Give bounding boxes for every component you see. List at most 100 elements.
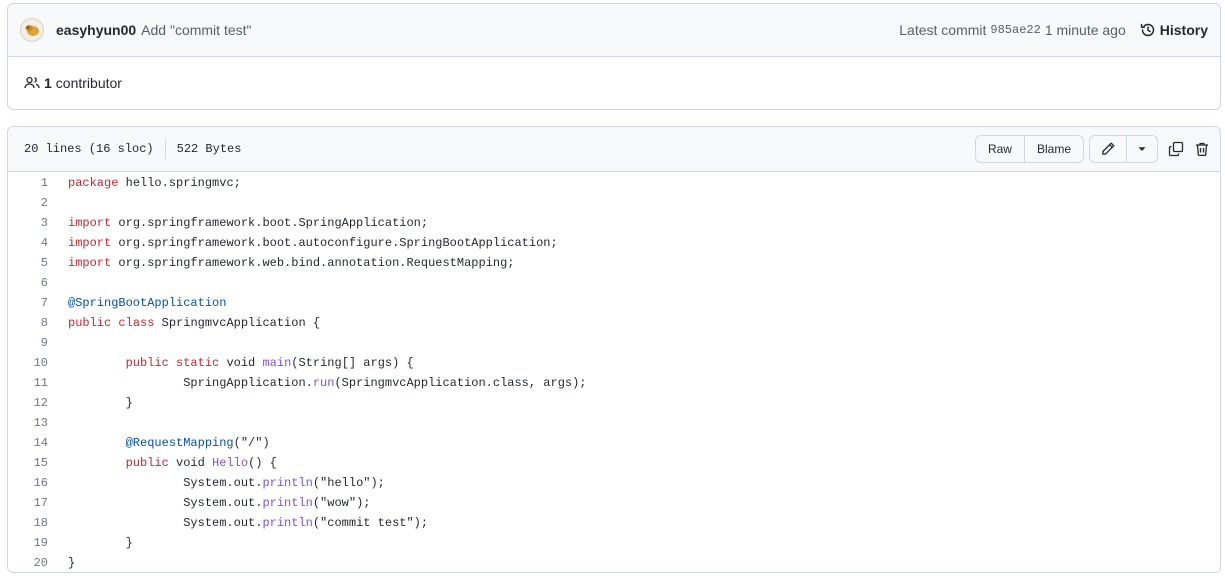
- code-token: () {: [248, 456, 277, 470]
- line-number[interactable]: 14: [8, 436, 68, 450]
- commit-time: 1 minute ago: [1044, 22, 1126, 38]
- code-token: ("hello");: [312, 476, 385, 490]
- line-content: }: [68, 556, 75, 570]
- line-number[interactable]: 16: [8, 476, 68, 490]
- line-number[interactable]: 7: [8, 296, 68, 310]
- history-link[interactable]: History: [1140, 22, 1208, 38]
- code-token: ("wow");: [312, 496, 371, 510]
- code-token: static: [176, 356, 220, 370]
- code-listing[interactable]: 1 package hello.springmvc; 2 3 import org.sp…: [8, 172, 1220, 573]
- code-token: }: [68, 536, 133, 550]
- line-number[interactable]: 10: [8, 356, 68, 370]
- code-token: System.out.: [68, 516, 263, 530]
- trash-icon: [1196, 142, 1208, 157]
- line-number[interactable]: 20: [8, 556, 68, 570]
- line-content: System.out.println("wow");: [68, 496, 370, 510]
- code-token: (String[] args) {: [291, 356, 414, 370]
- file-lines-info: 20 lines (16 sloc): [24, 142, 154, 156]
- commit-author-link[interactable]: easyhyun00: [56, 22, 136, 38]
- code-token: public: [125, 456, 169, 470]
- copy-button[interactable]: [1168, 141, 1184, 157]
- line-number[interactable]: 6: [8, 276, 68, 290]
- people-icon: [24, 76, 40, 89]
- line-number[interactable]: 2: [8, 196, 68, 210]
- line-number[interactable]: 17: [8, 496, 68, 510]
- contributor-label: contributor: [55, 75, 122, 91]
- line-content: System.out.println("commit test");: [68, 516, 428, 530]
- line-number[interactable]: 9: [8, 336, 68, 350]
- code-token: class: [118, 316, 155, 330]
- file-header: 20 lines (16 sloc) 522 Bytes Raw Blame: [8, 127, 1220, 172]
- edit-group: [1089, 135, 1158, 163]
- line-content: import org.springframework.boot.autoconf…: [68, 236, 558, 250]
- pencil-icon: [1102, 142, 1115, 155]
- code-token: org.springframework.boot.autoconfigure.S…: [111, 236, 558, 250]
- code-token: package: [68, 176, 119, 190]
- latest-commit-label: Latest commit: [899, 22, 987, 38]
- code-token: }: [68, 396, 133, 410]
- latest-commit-row: easyhyun00 Add "commit test" Latest comm…: [8, 4, 1220, 57]
- code-token: System.out.: [68, 476, 263, 490]
- code-line: 19 }: [8, 533, 1220, 553]
- line-number[interactable]: 19: [8, 536, 68, 550]
- line-content: }: [68, 396, 133, 410]
- line-number[interactable]: 8: [8, 316, 68, 330]
- code-token: ("/"): [233, 436, 270, 450]
- file-info-divider: [164, 139, 166, 159]
- delete-button[interactable]: [1194, 141, 1210, 157]
- commit-message-link[interactable]: Add "commit test": [141, 22, 251, 38]
- code-line: 15 public void Hello() {: [8, 453, 1220, 473]
- line-number[interactable]: 12: [8, 396, 68, 410]
- contributor-count: 1: [44, 75, 52, 91]
- line-content: public class SpringmvcApplication {: [68, 316, 320, 330]
- edit-button[interactable]: [1090, 136, 1126, 162]
- raw-button[interactable]: Raw: [976, 136, 1024, 162]
- code-line: 17 System.out.println("wow");: [8, 493, 1220, 513]
- code-token: Hello: [212, 456, 249, 470]
- line-number[interactable]: 15: [8, 456, 68, 470]
- code-line: 11 SpringApplication.run(SpringmvcApplic…: [8, 373, 1220, 393]
- code-line: 18 System.out.println("commit test");: [8, 513, 1220, 533]
- code-token: org.springframework.web.bind.annotation.…: [111, 256, 515, 270]
- line-content: public void Hello() {: [68, 456, 277, 470]
- triangle-down-icon: [1138, 147, 1146, 151]
- code-token: void: [219, 356, 263, 370]
- commit-sha-link[interactable]: 985ae22: [990, 23, 1040, 37]
- edit-dropdown-button[interactable]: [1126, 136, 1157, 162]
- line-content: }: [68, 536, 133, 550]
- line-content: package hello.springmvc;: [68, 176, 241, 190]
- user-avatar[interactable]: [20, 18, 44, 42]
- line-content: @SpringBootApplication: [68, 296, 226, 310]
- line-number[interactable]: 5: [8, 256, 68, 270]
- code-line: 1 package hello.springmvc;: [8, 173, 1220, 193]
- line-number[interactable]: 18: [8, 516, 68, 530]
- code-token: void: [168, 456, 213, 470]
- raw-blame-group: Raw Blame: [974, 135, 1084, 163]
- line-number[interactable]: 1: [8, 176, 68, 190]
- code-line: 9: [8, 333, 1220, 353]
- line-number[interactable]: 4: [8, 236, 68, 250]
- code-token: import: [68, 216, 112, 230]
- line-content: public static void main(String[] args) {: [68, 356, 414, 370]
- code-line: 12 }: [8, 393, 1220, 413]
- code-line: 6: [8, 273, 1220, 293]
- code-token: println: [262, 496, 313, 510]
- line-number[interactable]: 13: [8, 416, 68, 430]
- line-content: System.out.println("hello");: [68, 476, 385, 490]
- code-token: println: [262, 476, 313, 490]
- code-line: 4 import org.springframework.boot.autocon…: [8, 233, 1220, 253]
- line-number[interactable]: 11: [8, 376, 68, 390]
- code-token: main: [262, 356, 292, 370]
- commit-box: easyhyun00 Add "commit test" Latest comm…: [7, 3, 1221, 110]
- code-line: 8 public class SpringmvcApplication {: [8, 313, 1220, 333]
- history-clock-icon: [1140, 23, 1155, 37]
- blame-button[interactable]: Blame: [1023, 136, 1083, 162]
- file-size: 522 Bytes: [176, 142, 242, 156]
- code-line: 14 @RequestMapping("/"): [8, 433, 1220, 453]
- contributors-row[interactable]: 1 contributor: [8, 57, 1220, 109]
- code-line: 16 System.out.println("hello");: [8, 473, 1220, 493]
- line-number[interactable]: 3: [8, 216, 68, 230]
